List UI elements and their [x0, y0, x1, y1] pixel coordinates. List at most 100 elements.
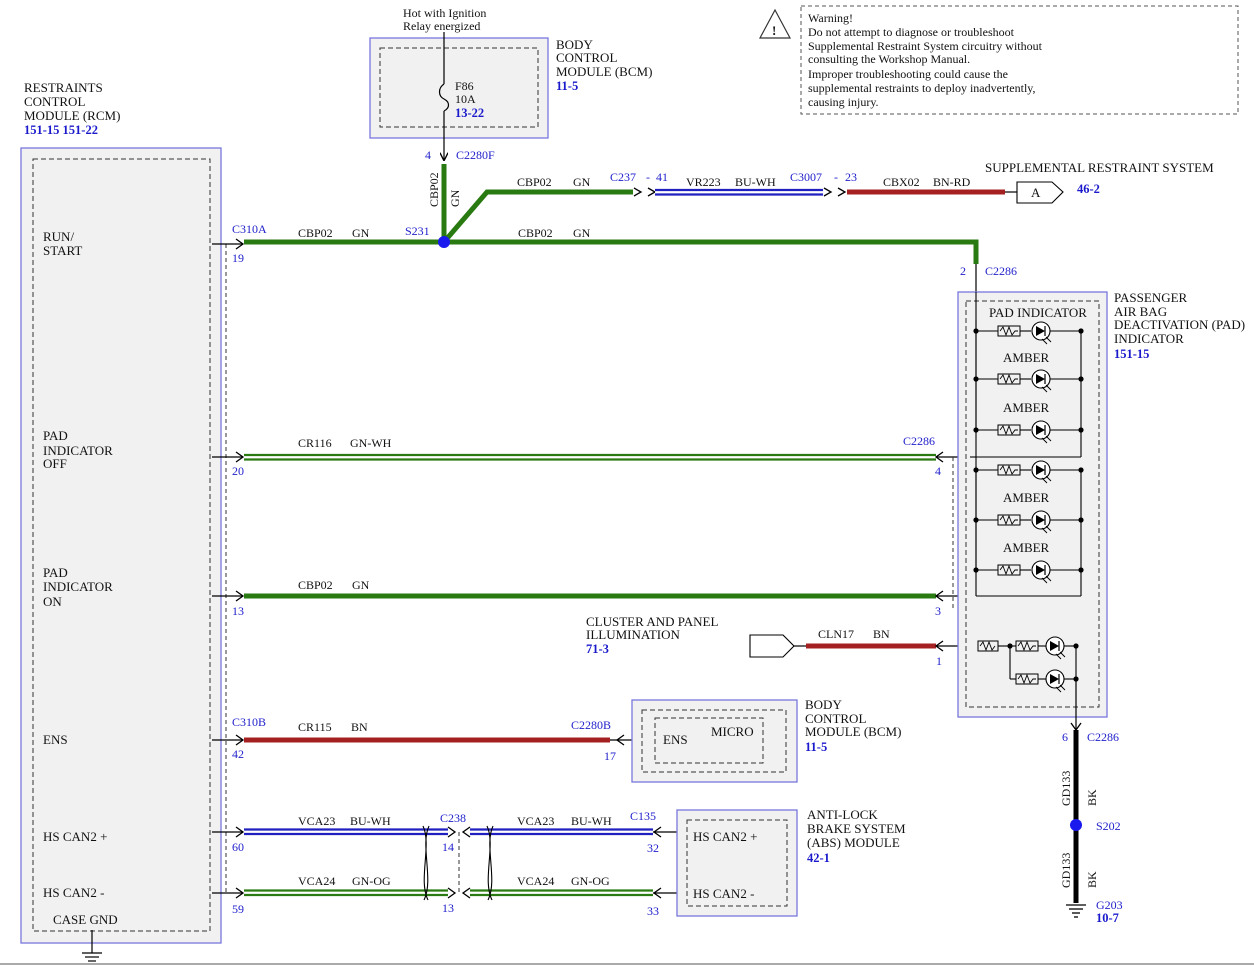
c237-dash: - — [646, 170, 650, 184]
wire-pad-on-color: GN — [352, 578, 370, 592]
connector-c2280b: C2280B — [571, 718, 611, 732]
svg-text:!: ! — [772, 23, 776, 38]
connector-c238: C238 — [440, 811, 466, 825]
fuse-ref[interactable]: 13-22 — [455, 106, 484, 120]
c2286-pin-2: 2 — [960, 264, 966, 278]
wire-vca24-left-color: GN-OG — [352, 874, 391, 888]
rcm-title-2: CONTROL — [24, 94, 85, 109]
splice-s231-label: S231 — [405, 224, 430, 238]
cluster-ref[interactable]: 71-3 — [586, 642, 609, 656]
srs-arrow-letter: A — [1031, 185, 1041, 200]
twisted-pair-icon-left — [422, 825, 430, 901]
splice-s231-dot[interactable] — [438, 236, 450, 248]
abs-can-minus: HS CAN2 - — [693, 886, 754, 901]
c237-pin: 41 — [656, 170, 668, 184]
wire-vca23-left-circuit: VCA23 — [298, 814, 335, 828]
bcm-bottom-title-1: BODY — [805, 697, 842, 712]
illum-junction — [1007, 643, 1013, 649]
rcm-refs[interactable]: 151-15 151-22 — [24, 123, 98, 137]
rcm-pin-can-plus: HS CAN2 + — [43, 829, 107, 844]
twisted-pair-icon-right — [486, 825, 494, 901]
bcm-top-title-2: CONTROL — [556, 50, 617, 65]
wiring-diagram: ! Warning! Do not attempt to diagnose or… — [0, 5, 1254, 965]
rcm-title-1: RESTRAINTS — [24, 80, 103, 95]
warning-line-3: Supplemental Restraint System circuitry … — [808, 39, 1043, 53]
wire-run-start-circuit: CBP02 — [298, 226, 333, 240]
srs-label: SUPPLEMENTAL RESTRAINT SYSTEM — [985, 160, 1214, 175]
bcm-top-ref[interactable]: 11-5 — [556, 79, 578, 93]
wire-vertical-circuit: CBP02 — [427, 172, 441, 207]
warning-line-5: Improper troubleshooting could cause the — [808, 67, 1008, 81]
splice-s202-dot[interactable] — [1070, 819, 1082, 831]
warning-line-4: consulting the Workshop Manual. — [808, 52, 970, 66]
abs-ref[interactable]: 42-1 — [807, 851, 830, 865]
pad-amber-label-1: AMBER — [1003, 350, 1050, 365]
bcm-bottom-ref[interactable]: 11-5 — [805, 740, 827, 754]
abs-can-plus: HS CAN2 + — [693, 829, 757, 844]
wire-c237-color: GN — [573, 175, 591, 189]
connector-c310a: C310A — [232, 222, 267, 236]
connector-c135: C135 — [630, 809, 656, 823]
bcm-bottom-module[interactable] — [631, 699, 798, 783]
cluster-label-2: ILLUMINATION — [586, 627, 680, 642]
c310b-pin-42: 42 — [232, 747, 244, 761]
c2280b-pin-17: 17 — [604, 749, 616, 763]
ground-g203-ref[interactable]: 10-7 — [1096, 911, 1119, 925]
rcm-pin-ens: ENS — [43, 732, 68, 747]
bcm-hot-note-2: Relay energized — [403, 19, 480, 33]
wire-cr115-color: BN — [351, 720, 368, 734]
bcm-top-title-3: MODULE (BCM) — [556, 64, 652, 79]
wire-gd133-circuit-bottom: GD133 — [1059, 853, 1073, 888]
connector-c310b: C310B — [232, 715, 266, 729]
pad-off-pin-20: 20 — [232, 464, 244, 478]
wire-cbx02-color: BN-RD — [933, 175, 971, 189]
wire-cr116-circuit: CR116 — [298, 436, 332, 450]
connector-c237: C237 — [610, 170, 636, 184]
c3007-dash: - — [834, 170, 838, 184]
c2286-pin-6: 6 — [1062, 730, 1068, 744]
cluster-off-page-arrow[interactable] — [749, 634, 795, 658]
rcm-pin-pad-off-3: OFF — [43, 456, 67, 471]
c238-pin-14: 14 — [442, 840, 454, 854]
wire-vr223-circuit: VR223 — [686, 175, 721, 189]
warning-line-6: supplemental restraints to deploy inadve… — [808, 81, 1036, 95]
rcm-module[interactable] — [20, 147, 222, 944]
wire-vca23-left[interactable] — [244, 828, 448, 836]
c238-pin-13: 13 — [442, 901, 454, 915]
abs-title-1: ANTI-LOCK — [807, 807, 878, 822]
bcm-bottom-micro: MICRO — [711, 724, 754, 739]
rcm-pin-run-start-1: RUN/ — [43, 229, 74, 244]
warning-box: ! Warning! Do not attempt to diagnose or… — [758, 5, 1239, 115]
connector-c3007: C3007 — [790, 170, 822, 184]
wire-vca24-left[interactable] — [244, 889, 448, 897]
wire-vca24-right[interactable] — [470, 889, 653, 897]
wire-run-start-color: GN — [352, 226, 370, 240]
pad-header: PAD INDICATOR — [989, 305, 1087, 320]
wire-cbx02-circuit: CBX02 — [883, 175, 920, 189]
wire-vca23-left-color: BU-WH — [350, 814, 391, 828]
pad-amber-label-3: AMBER — [1003, 490, 1050, 505]
wire-vca24-left-circuit: VCA24 — [298, 874, 335, 888]
bcm-top-pin: 4 — [425, 148, 431, 162]
rcm-pin-pad-off-1: PAD — [43, 428, 68, 443]
wire-vca23-right[interactable] — [470, 828, 653, 836]
rcm-pin-run-start-2: START — [43, 243, 82, 258]
pad-ref[interactable]: 151-15 — [1114, 347, 1149, 361]
warning-line-1: Warning! — [808, 11, 853, 25]
wire-vertical-color: GN — [448, 189, 462, 207]
connector-c2286-top: C2286 — [985, 264, 1017, 278]
srs-off-page-arrow[interactable]: A — [1016, 181, 1064, 204]
bcm-bottom-ens: ENS — [663, 732, 688, 747]
ground-g203-label: G203 — [1096, 898, 1123, 912]
wire-gd133-color-top: BK — [1085, 789, 1099, 806]
c2286-pin-1: 1 — [936, 654, 942, 668]
c310a-pin-19: 19 — [232, 251, 244, 265]
wire-pad-supply-circuit: CBP02 — [518, 226, 553, 240]
ground-g203-symbol — [1066, 904, 1086, 918]
wire-cbp02-to-pad[interactable] — [444, 239, 979, 264]
wire-gd133-color-bottom: BK — [1085, 871, 1099, 888]
srs-ref[interactable]: 46-2 — [1077, 182, 1100, 196]
bcm-top-connector: C2280F — [456, 148, 495, 162]
wire-cln17-color: BN — [873, 627, 890, 641]
wire-cln17-circuit: CLN17 — [818, 627, 854, 641]
